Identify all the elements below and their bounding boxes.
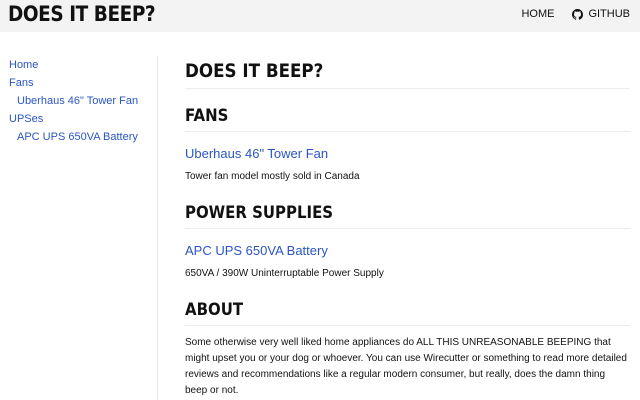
divider: [185, 88, 630, 89]
nav-github-label: GITHUB: [588, 8, 630, 20]
section-heading-about: ABOUT: [185, 300, 244, 320]
sidebar-item-upses[interactable]: UPSes: [0, 110, 157, 128]
header-bar: DOES IT BEEP? HOME GITHUB: [0, 0, 640, 32]
item-link-uberhaus-fan[interactable]: Uberhaus 46" Tower Fan: [185, 146, 630, 162]
sidebar-item-fans[interactable]: Fans: [0, 74, 157, 92]
nav-home-link[interactable]: HOME: [521, 8, 554, 20]
top-nav: HOME GITHUB: [521, 8, 630, 20]
sidebar-item-apc-ups[interactable]: APC UPS 650VA Battery: [0, 128, 157, 146]
item-description: Tower fan model mostly sold in Canada: [185, 171, 360, 182]
sidebar-item-home[interactable]: Home: [0, 56, 157, 74]
nav-github-link[interactable]: GITHUB: [572, 8, 630, 20]
main-content: DOES IT BEEP? FANS Uberhaus 46" Tower Fa…: [185, 58, 630, 399]
about-text: Some otherwise very well liked home appl…: [185, 337, 627, 396]
section-heading-power-supplies: POWER SUPPLIES: [185, 203, 334, 223]
divider: [185, 131, 630, 132]
item-description: 650VA / 390W Uninterruptable Power Suppl…: [185, 268, 384, 279]
sidebar: Home Fans Uberhaus 46" Tower Fan UPSes A…: [0, 56, 158, 400]
divider: [185, 325, 630, 326]
section-heading-fans: FANS: [185, 106, 229, 126]
page-title: DOES IT BEEP?: [185, 60, 324, 82]
sidebar-item-uberhaus-fan[interactable]: Uberhaus 46" Tower Fan: [0, 92, 157, 110]
divider: [185, 228, 630, 229]
site-title[interactable]: DOES IT BEEP?: [8, 2, 156, 26]
github-icon: [572, 8, 584, 20]
item-link-apc-ups[interactable]: APC UPS 650VA Battery: [185, 243, 630, 259]
